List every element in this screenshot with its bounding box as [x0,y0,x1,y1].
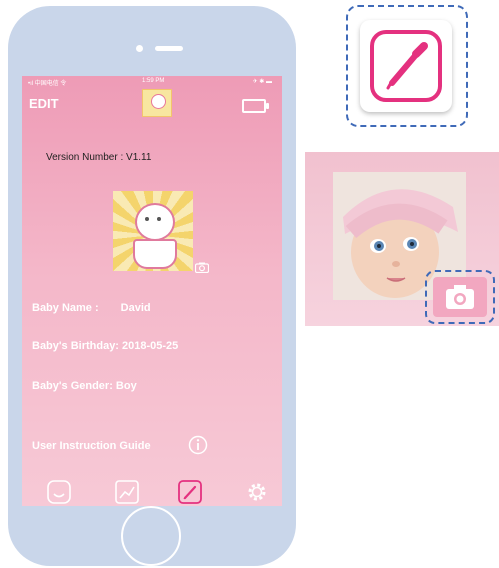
baby-name-label: Baby Name : [32,302,99,314]
front-camera [136,45,143,52]
baby-birthday-row[interactable]: Baby's Birthday: 2018-05-25 [32,340,178,352]
camera-icon[interactable] [432,276,488,318]
edit-icon-tile [360,20,452,112]
pencil-icon[interactable] [177,479,203,505]
camera-icon[interactable] [195,262,209,273]
baby-gender-row[interactable]: Baby's Gender: Boy [32,380,137,392]
baby-name-value[interactable]: David [121,302,151,314]
status-time: 1:59 PM [142,78,165,84]
battery-icon [242,99,269,113]
status-bar: •ıl 中国电信 令 1:59 PM ✈ ✱ ▬ [22,76,282,88]
phone-frame: •ıl 中国电信 令 1:59 PM ✈ ✱ ▬ EDIT Version Nu… [8,6,296,566]
earpiece-speaker [155,46,183,51]
baby-face-icon[interactable] [46,479,72,505]
baby-avatar-thumbnail [142,89,172,117]
version-number: Version Number : V1.11 [46,152,152,163]
chart-icon[interactable] [114,479,140,505]
carrier-signal: •ıl 中国电信 令 [28,81,67,87]
user-guide-link[interactable]: User Instruction Guide [32,440,151,452]
pencil-icon [370,30,442,102]
baby-face-illustration [135,203,175,241]
page-title: EDIT [29,96,59,111]
baby-avatar-picture[interactable] [113,191,193,271]
app-screen: •ıl 中国电信 令 1:59 PM ✈ ✱ ▬ EDIT Version Nu… [22,76,282,506]
info-icon[interactable] [188,435,208,455]
baby-name-row[interactable]: Baby Name : David [32,302,151,314]
bottom-tab-bar [22,476,282,506]
diaper-illustration [133,239,177,269]
home-button[interactable] [121,506,181,566]
status-icons: ✈ ✱ ▬ [252,79,272,85]
gear-icon[interactable] [244,479,270,505]
